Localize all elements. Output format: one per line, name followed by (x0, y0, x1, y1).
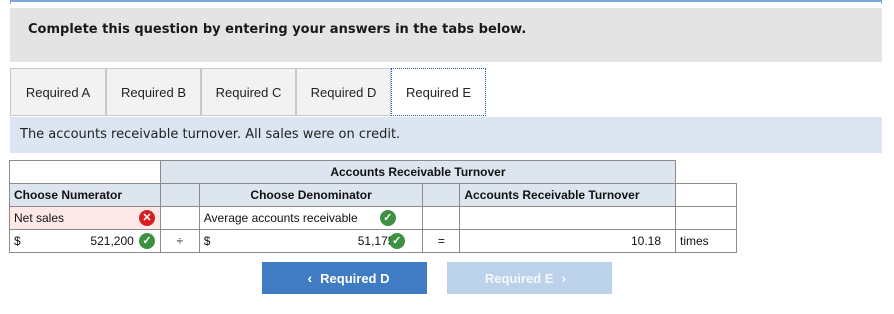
numerator-header: Choose Numerator (9, 183, 161, 207)
divide-symbol: ÷ (159, 229, 200, 253)
denominator-header: Choose Denominator (198, 183, 424, 207)
prev-required-button[interactable]: ‹ Required D (262, 262, 427, 294)
question-description: The accounts receivable turnover. All sa… (10, 117, 882, 153)
check-circle-icon: ✓ (388, 233, 405, 249)
instruction-banner: Complete this question by entering your … (10, 8, 882, 62)
denominator-select-value: Average accounts receivable (203, 211, 358, 225)
numerator-select-value: Net sales (14, 211, 65, 225)
currency-symbol: $ (14, 234, 21, 248)
prev-button-label: Required D (320, 270, 390, 286)
currency-symbol: $ (203, 234, 211, 248)
top-frame-line (10, 0, 882, 4)
numerator-amount-input[interactable]: $ 521,200 ✓ (9, 229, 161, 253)
denominator-select[interactable]: Average accounts receivable ✓ (198, 206, 424, 230)
tab-required-e[interactable]: Required E (391, 68, 486, 116)
result-header: Accounts Receivable Turnover (459, 183, 677, 207)
result-input[interactable]: 10.18 (459, 229, 677, 253)
chevron-right-icon: › (561, 270, 567, 286)
x-circle-icon: ✕ (139, 210, 155, 226)
denominator-amount-input[interactable]: $ 51,175 ✓ (198, 229, 424, 253)
equals-symbol: = (422, 229, 461, 253)
result-unit: times (675, 229, 737, 253)
check-circle-icon: ✓ (139, 233, 155, 249)
chevron-left-icon: ‹ (307, 270, 313, 286)
next-required-button[interactable]: Required E › (447, 262, 612, 294)
tab-required-d[interactable]: Required D (296, 68, 391, 116)
tab-required-c[interactable]: Required C (201, 68, 296, 116)
turnover-table: Accounts Receivable Turnover Choose Nume… (9, 160, 737, 253)
numerator-select[interactable]: Net sales ✕ (9, 206, 161, 230)
table-title: Accounts Receivable Turnover (159, 160, 677, 184)
next-button-label: Required E (484, 270, 554, 286)
tab-required-a[interactable]: Required A (10, 68, 106, 116)
numerator-amount-value: 521,200 (90, 234, 134, 248)
tab-required-b[interactable]: Required B (106, 68, 201, 116)
tab-bar: Required A Required B Required C Require… (10, 68, 488, 118)
check-circle-icon: ✓ (379, 210, 396, 226)
